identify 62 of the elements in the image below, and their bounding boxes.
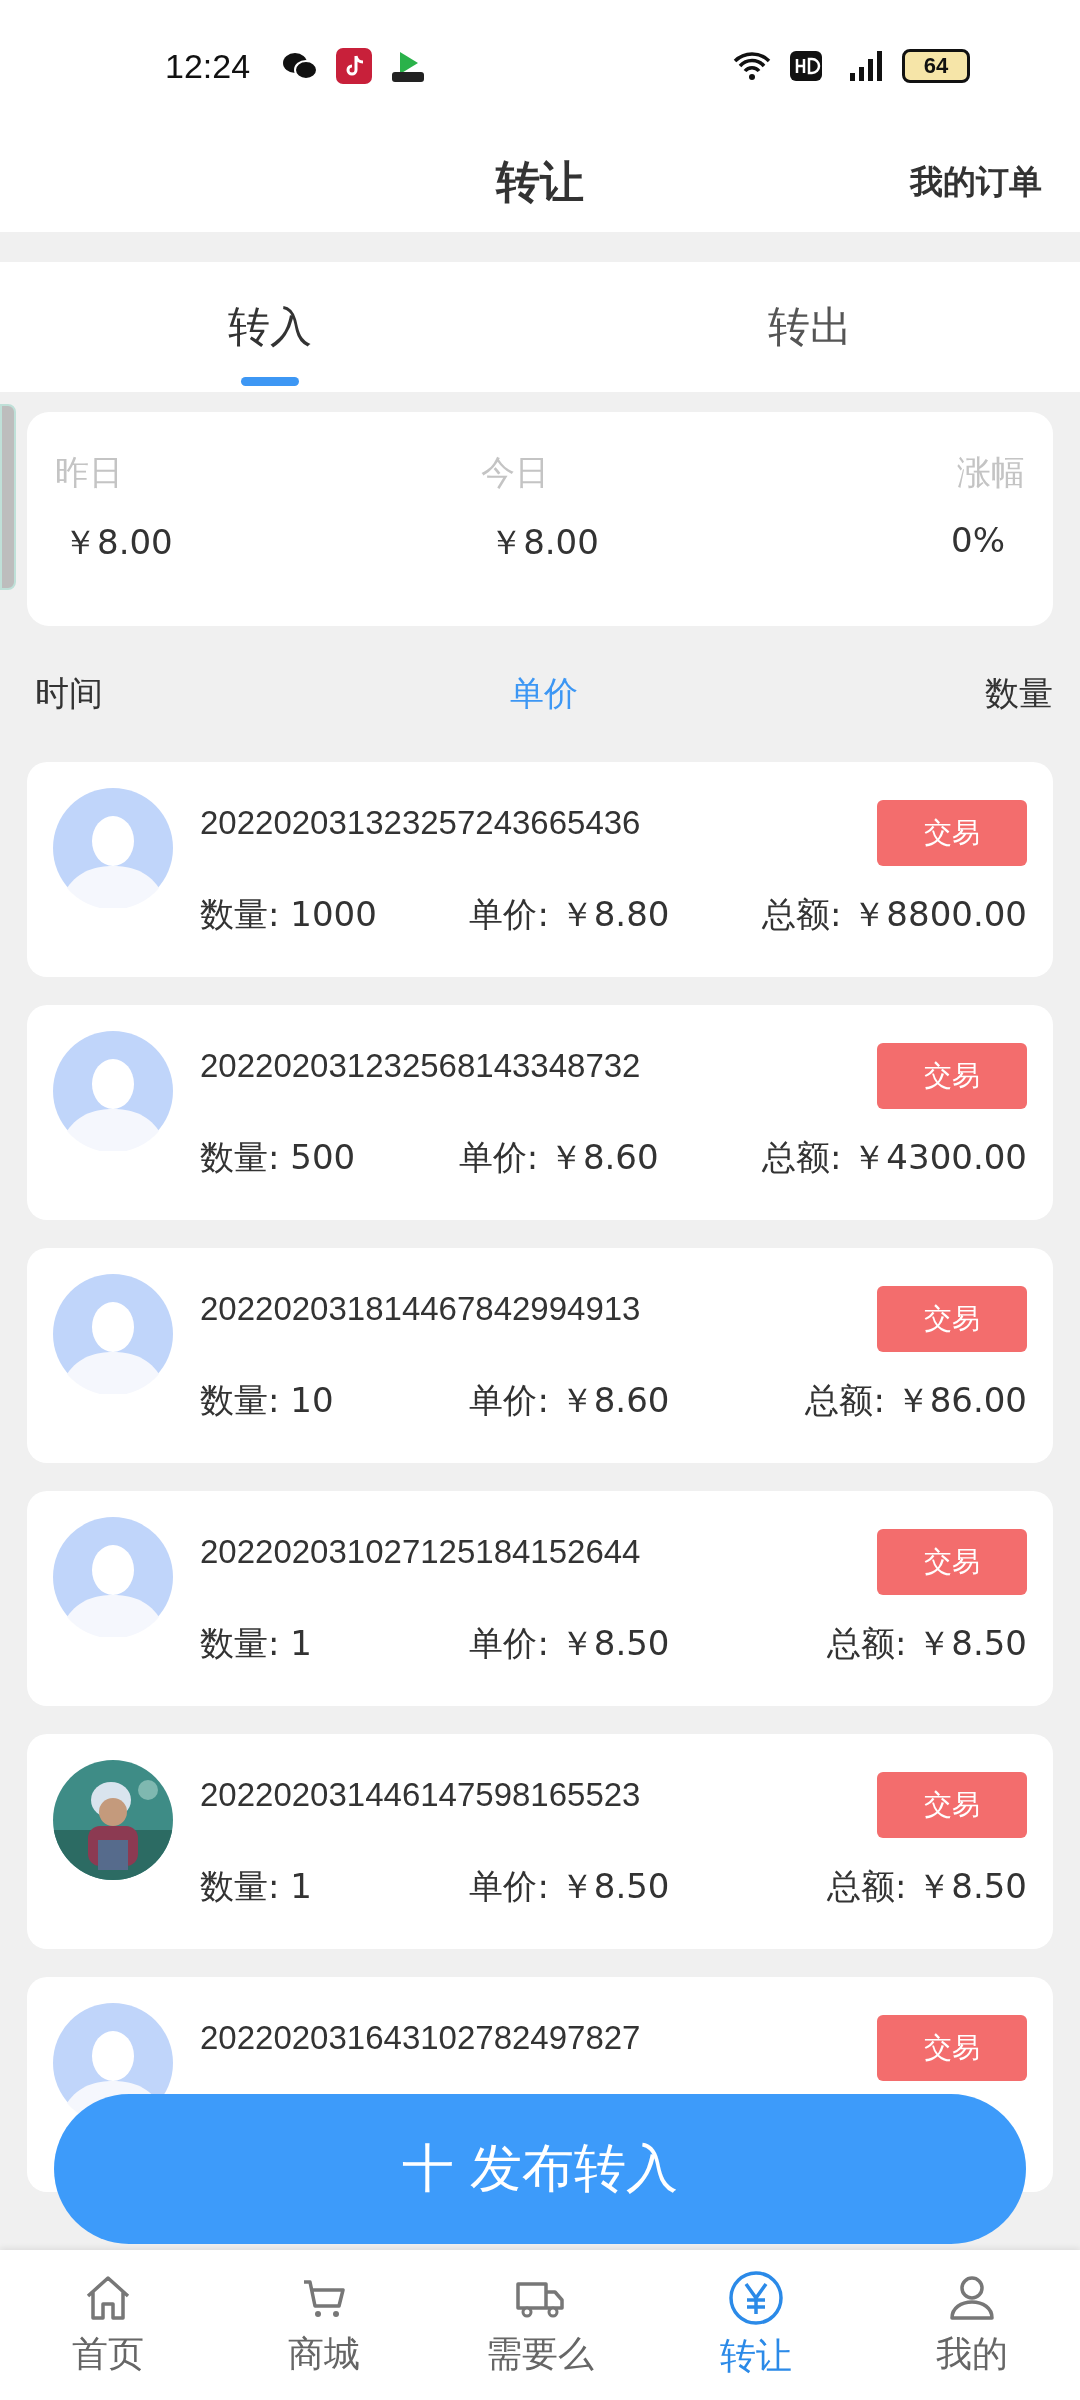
price-text: 单价: ￥8.50 [469,1865,670,1908]
sort-option[interactable]: 数量 [985,671,1053,717]
order-number: 202202031814467842994913 [200,1290,641,1328]
quantity-text: 数量: 1000 [200,893,377,936]
summary-label: 今日 [481,451,551,494]
hd-icon [790,51,822,81]
price-text: 单价: ￥8.60 [469,1379,670,1422]
summary-label: 涨幅 [957,451,1025,494]
wifi-icon [732,51,772,81]
trade-button[interactable]: 交易 [877,1529,1027,1595]
total-text: 总额: ￥8.50 [827,1622,1027,1665]
order-number: 202202031027125184152644 [200,1533,641,1571]
side-handle[interactable] [0,404,16,590]
avatar-icon [53,788,173,908]
trade-button[interactable]: 交易 [877,800,1027,866]
order-number: 202202031446147598165523 [200,1776,641,1814]
nav-item[interactable]: 我的 [864,2250,1080,2400]
quantity-text: 数量: 1 [200,1865,312,1908]
summary-value: ￥8.00 [62,521,174,564]
nav-item[interactable]: 转让 [648,2250,864,2400]
summary-value: 0% [951,520,1006,560]
price-text: 单价: ￥8.60 [458,1136,659,1179]
nav-item[interactable]: 首页 [0,2250,216,2400]
order-number: 202202031232568143348732 [200,1047,641,1085]
order-number: 202202031323257243665436 [200,804,641,842]
tab[interactable]: 转出 [540,262,1080,392]
sort-option[interactable]: 时间 [35,671,103,717]
quantity-text: 数量: 500 [200,1136,356,1179]
total-text: 总额: ￥86.00 [805,1379,1027,1422]
nav-label: 转让 [720,2333,792,2378]
music-app-icon [336,48,373,84]
nav-label: 需要么 [486,2331,594,2376]
page-title: 转让 [496,154,584,209]
total-text: 总额: ￥8.50 [827,1865,1027,1908]
tab[interactable]: 转入 [0,262,540,392]
avatar-icon [53,1274,173,1394]
trade-button[interactable]: 交易 [877,1772,1027,1838]
nav-item[interactable]: 需要么 [432,2250,648,2400]
trade-button[interactable]: 交易 [877,2015,1027,2081]
quantity-text: 数量: 1 [200,1622,312,1665]
avatar-icon [53,1031,173,1151]
yen-icon [728,2269,784,2326]
summary-label: 昨日 [55,451,124,494]
trade-button[interactable]: 交易 [877,1043,1027,1109]
nav-label: 我的 [936,2331,1008,2376]
total-text: 总额: ￥4300.00 [762,1136,1027,1179]
trade-button[interactable]: 交易 [877,1286,1027,1352]
nav-item[interactable]: 商城 [216,2250,432,2400]
summary-value: ￥8.00 [488,521,599,564]
nav-label: 商城 [288,2331,360,2376]
chat-app-icon [282,51,319,81]
battery-indicator: 64 [902,49,970,83]
status-time: 12:24 [165,46,251,86]
nav-label: 首页 [72,2331,144,2376]
price-text: 单价: ￥8.50 [469,1622,670,1665]
avatar-icon [53,1517,173,1637]
order-number: 202202031643102782497827 [200,2019,641,2057]
my-orders-link[interactable]: 我的订单 [910,159,1042,205]
quantity-text: 数量: 10 [200,1379,334,1422]
price-text: 单价: ￥8.80 [469,893,670,936]
publish-button[interactable]: 十 发布转入 [54,2094,1026,2244]
total-text: 总额: ￥8800.00 [762,893,1027,936]
